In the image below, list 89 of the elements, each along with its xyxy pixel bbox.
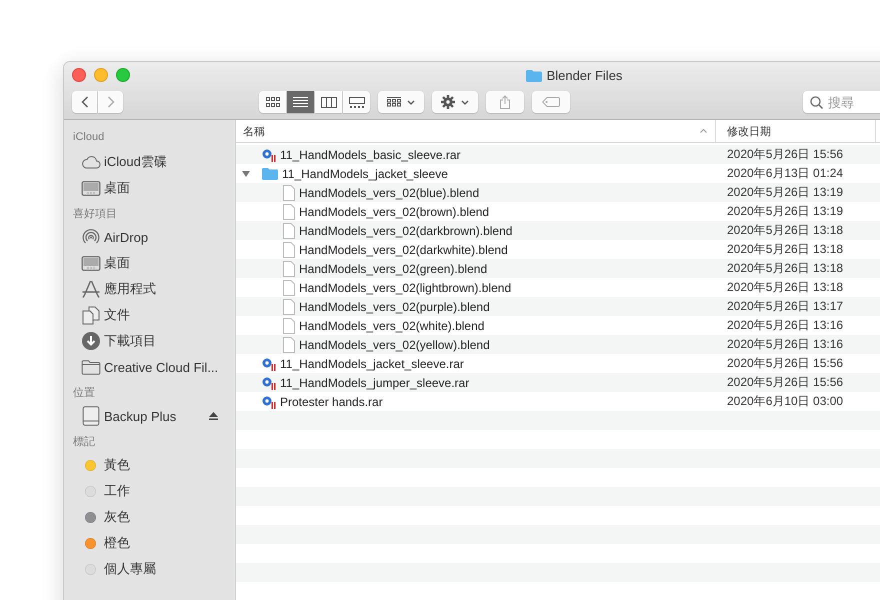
view-mode-button[interactable] [343,91,370,113]
archive-file-icon [262,148,276,162]
sidebar-item[interactable]: 黃色 [104,456,130,474]
file-name[interactable]: 11_HandModels_jacket_sleeve [282,166,448,180]
archive-file-icon [262,376,276,390]
list-icon [293,96,308,108]
folder-icon [262,168,278,180]
sidebar-item[interactable]: 個人專屬 [104,560,156,578]
modified-date: 2020年5月26日 13:19 [727,204,844,218]
chevron-left-icon [80,96,88,108]
sidebar-section-title: iCloud [72,130,106,145]
file-name[interactable]: HandModels_vers_02(brown).blend [299,204,490,218]
file-name[interactable]: HandModels_vers_02(white).blend [299,318,484,332]
modified-date: 2020年5月26日 15:56 [727,356,844,370]
folder-icon [526,70,542,82]
caret-icon [461,100,469,104]
caret-icon [407,100,415,104]
sidebar-section-title: 標記 [72,435,96,450]
search-icon [810,96,823,108]
search-field[interactable]: 搜尋 [803,91,880,113]
share-icon [499,95,511,109]
sort-caret-icon [700,129,707,133]
applications-icon [81,280,101,298]
modified-date: 2020年5月26日 13:19 [727,185,844,199]
modified-date: 2020年5月26日 15:56 [727,375,844,389]
documents-icon [81,306,101,324]
drive-icon [81,406,101,426]
view-mode-button[interactable] [315,91,342,113]
archive-file-icon [262,394,276,408]
desktop-icon [81,256,101,270]
folder-icon [81,360,101,374]
file-name[interactable]: HandModels_vers_02(lightbrown).blend [299,280,512,294]
sidebar-item[interactable]: 下載項目 [104,332,156,350]
column-header[interactable]: 修改日期 [727,124,771,138]
sidebar-item[interactable]: 桌面 [104,254,130,272]
modified-date: 2020年6月10日 03:00 [727,394,844,408]
sidebar-item[interactable]: 桌面 [104,179,130,197]
column-header[interactable]: 名稱 [243,124,265,138]
modified-date: 2020年5月26日 15:56 [727,147,844,161]
file-name[interactable]: 11_HandModels_jumper_sleeve.rar [280,376,470,390]
modified-date: 2020年5月26日 13:18 [727,280,844,294]
sidebar-section-title: 喜好項目 [72,207,118,222]
action-button[interactable] [432,91,478,113]
file-name[interactable]: 11_HandModels_basic_sleeve.rar [280,148,461,162]
icon-grid-icon [266,97,280,107]
gallery-icon [348,96,364,108]
modified-date: 2020年5月26日 13:18 [727,242,844,256]
modified-date: 2020年5月26日 13:17 [727,299,844,313]
sidebar-item[interactable]: AirDrop [104,230,148,244]
file-name[interactable]: Protester hands.rar [280,394,383,408]
sidebar-item[interactable]: 灰色 [104,508,130,526]
sidebar-item[interactable]: 應用程式 [104,280,156,298]
chevron-right-icon [106,96,114,108]
modified-date: 2020年6月13日 01:24 [727,166,844,180]
sidebar-item[interactable]: Creative Cloud Fil... [104,360,218,374]
sidebar-item[interactable]: 工作 [104,482,130,500]
modified-date: 2020年5月26日 13:16 [727,337,844,351]
disclosure-triangle-icon[interactable] [242,170,250,178]
sidebar-item[interactable]: 文件 [104,306,130,324]
view-mode-button[interactable] [259,91,286,113]
tag-icon [542,97,560,107]
sidebar-section-title: 位置 [72,386,96,401]
gear-icon [441,95,455,109]
file-name[interactable]: HandModels_vers_02(yellow).blend [299,338,490,352]
file-name[interactable]: HandModels_vers_02(darkbrown).blend [299,224,512,238]
archive-file-icon [262,356,276,370]
columns-icon [320,96,336,108]
desktop-icon [81,180,101,196]
sidebar-item[interactable]: Backup Plus [104,408,176,424]
group-button[interactable] [378,91,424,113]
modified-date: 2020年5月26日 13:18 [727,261,844,275]
sidebar-item[interactable]: iCloud雲碟 [104,153,167,171]
back-button[interactable] [72,91,97,113]
modified-date: 2020年5月26日 13:18 [727,223,844,237]
modified-date: 2020年5月26日 13:16 [727,318,844,332]
window-title: Blender Files [546,68,622,83]
grid-icon [387,97,401,107]
file-name[interactable]: HandModels_vers_02(green).blend [299,262,488,276]
eject-icon[interactable] [209,412,218,420]
file-name[interactable]: HandModels_vers_02(blue).blend [299,186,480,200]
file-name[interactable]: HandModels_vers_02(darkwhite).blend [299,242,508,256]
sidebar-item[interactable]: 橙色 [104,534,130,552]
download-icon [81,332,101,350]
cloud-icon [81,155,101,169]
zoom-button[interactable] [116,68,130,82]
close-button[interactable] [72,68,86,82]
file-name[interactable]: 11_HandModels_jacket_sleeve.rar [280,356,464,370]
file-name[interactable]: HandModels_vers_02(purple).blend [299,300,490,314]
view-mode-button[interactable] [287,91,314,113]
